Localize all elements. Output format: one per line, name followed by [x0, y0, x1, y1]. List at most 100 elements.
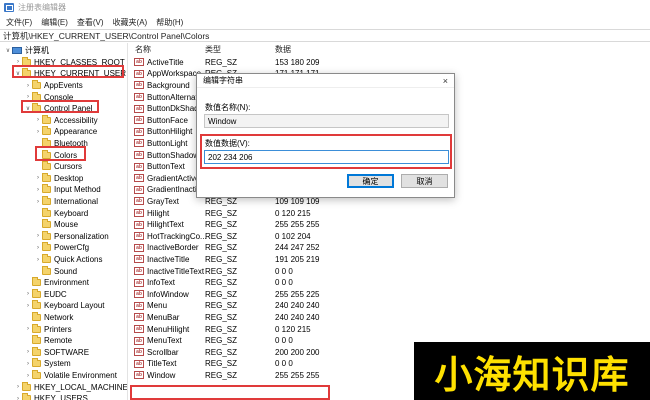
tree-node[interactable]: › International — [34, 196, 98, 208]
folder-icon — [32, 312, 41, 322]
string-value-icon: ab — [134, 220, 144, 229]
tree-node[interactable]: Bluetooth — [34, 138, 88, 150]
chevron-right-icon[interactable]: › — [34, 199, 42, 205]
chevron-right-icon[interactable]: › — [34, 117, 42, 123]
chevron-right-icon[interactable]: › — [14, 59, 22, 65]
chevron-right-icon[interactable]: › — [24, 373, 32, 379]
tree-node[interactable]: › PowerCfg — [34, 242, 89, 254]
tree-node[interactable]: › Accessibility — [34, 114, 98, 127]
value-data: 0 102 204 — [275, 231, 311, 241]
column-header-name[interactable]: 名称 — [135, 44, 151, 55]
cancel-button[interactable]: 取消 — [401, 174, 448, 188]
tree-node-label: HKEY_USERS — [34, 394, 88, 400]
column-header-data[interactable]: 数据 — [275, 44, 291, 55]
tree-node-label: HKEY_CURRENT_USER — [34, 69, 127, 79]
chevron-right-icon[interactable]: › — [14, 396, 22, 400]
tree-node[interactable]: › Quick Actions — [34, 254, 102, 266]
chevron-right-icon[interactable]: › — [24, 349, 32, 355]
tree-node[interactable]: › AppEvents — [24, 80, 83, 92]
value-row[interactable]: ab HilightText REG_SZ 255 255 255 — [129, 219, 650, 231]
menu-view[interactable]: 查看(V) — [77, 17, 104, 28]
address-bar[interactable]: 计算机\HKEY_CURRENT_USER\Control Panel\Colo… — [0, 29, 650, 42]
tree-node[interactable]: › Desktop — [34, 172, 83, 185]
chevron-right-icon[interactable]: › — [34, 233, 42, 239]
tree-node[interactable]: › Printers — [24, 323, 72, 335]
chevron-right-icon[interactable]: › — [24, 326, 32, 332]
tree-node[interactable]: › Personalization — [34, 230, 109, 243]
value-name: InactiveBorder — [147, 243, 199, 253]
menu-file[interactable]: 文件(F) — [6, 17, 32, 28]
value-row[interactable]: ab MenuBar REG_SZ 240 240 240 — [129, 312, 650, 324]
value-row[interactable]: ab ActiveTitle REG_SZ 153 180 209 — [129, 57, 650, 69]
chevron-right-icon[interactable]: › — [34, 175, 42, 181]
string-value-icon: ab — [134, 174, 144, 183]
computer-icon — [12, 47, 22, 55]
menu-bar: 文件(F) 编辑(E) 查看(V) 收藏夹(A) 帮助(H) — [0, 15, 650, 29]
value-type: REG_SZ — [205, 254, 238, 264]
value-row[interactable]: ab HotTrackingCo... REG_SZ 0 102 204 — [129, 231, 650, 243]
value-row[interactable]: ab InfoWindow REG_SZ 255 255 225 — [129, 289, 650, 301]
tree-node[interactable]: › Console — [24, 91, 73, 103]
chevron-right-icon[interactable]: › — [24, 94, 32, 100]
tree-node[interactable]: › HKEY_CLASSES_ROOT — [14, 56, 125, 69]
tree-node[interactable]: › HKEY_LOCAL_MACHINE — [14, 381, 127, 393]
tree-node[interactable]: Network — [24, 312, 73, 324]
chevron-right-icon[interactable]: › — [34, 129, 42, 135]
tree-node[interactable]: ∨ Control Panel — [24, 103, 92, 115]
chevron-down-icon[interactable]: ∨ — [4, 47, 12, 54]
string-value-icon: ab — [134, 185, 144, 194]
chevron-right-icon[interactable]: › — [34, 245, 42, 251]
value-row[interactable]: ab InactiveTitleText REG_SZ 0 0 0 — [129, 265, 650, 277]
value-data-input[interactable]: 202 234 206 — [204, 150, 449, 164]
folder-icon — [22, 381, 31, 391]
tree-node[interactable]: › EUDC — [24, 288, 67, 301]
tree-node[interactable]: Keyboard — [34, 207, 88, 219]
folder-icon — [32, 358, 41, 368]
menu-favorites[interactable]: 收藏夹(A) — [113, 17, 148, 28]
tree-node[interactable]: Colors — [34, 149, 77, 161]
value-name-field[interactable]: Window — [204, 114, 449, 128]
tree-node[interactable]: Cursors — [34, 161, 82, 173]
ok-button[interactable]: 确定 — [347, 174, 394, 188]
chevron-down-icon[interactable]: ∨ — [14, 70, 22, 77]
watermark-banner: 小海知识库 — [414, 342, 650, 400]
menu-edit[interactable]: 编辑(E) — [41, 17, 68, 28]
tree-node[interactable]: Sound — [34, 265, 77, 277]
value-row[interactable]: ab MenuHilight REG_SZ 0 120 215 — [129, 323, 650, 335]
regedit-app-icon — [4, 3, 14, 12]
tree-node[interactable]: Environment — [24, 277, 89, 289]
string-value-icon: ab — [134, 116, 144, 125]
chevron-right-icon[interactable]: › — [24, 303, 32, 309]
tree-node[interactable]: ∨ HKEY_CURRENT_USER — [14, 68, 126, 80]
chevron-right-icon[interactable]: › — [14, 384, 22, 390]
tree-node[interactable]: Mouse — [34, 219, 78, 231]
value-row[interactable]: ab InfoText REG_SZ 0 0 0 — [129, 277, 650, 289]
chevron-right-icon[interactable]: › — [24, 361, 32, 367]
value-data: 255 255 255 — [275, 220, 320, 230]
string-value-icon: ab — [134, 336, 144, 345]
tree-node[interactable]: › Keyboard Layout — [24, 300, 105, 312]
string-value-icon: ab — [134, 104, 144, 113]
address-path[interactable]: 计算机\HKEY_CURRENT_USER\Control Panel\Colo… — [3, 30, 209, 42]
string-value-icon: ab — [134, 359, 144, 368]
chevron-right-icon[interactable]: › — [24, 291, 32, 297]
menu-help[interactable]: 帮助(H) — [156, 17, 183, 28]
tree-node[interactable]: › Appearance — [34, 126, 97, 138]
close-icon[interactable]: × — [443, 76, 448, 86]
tree-node[interactable]: › Volatile Environment — [24, 370, 117, 382]
value-row[interactable]: ab InactiveTitle REG_SZ 191 205 219 — [129, 254, 650, 266]
tree-node[interactable]: › SOFTWARE — [24, 346, 89, 359]
chevron-right-icon[interactable]: › — [34, 257, 42, 263]
chevron-down-icon[interactable]: ∨ — [24, 105, 32, 112]
chevron-right-icon[interactable]: › — [24, 83, 32, 89]
tree-node[interactable]: › System — [24, 358, 71, 370]
tree-node[interactable]: › Input Method — [34, 184, 101, 196]
value-row[interactable]: ab Hilight REG_SZ 0 120 215 — [129, 207, 650, 219]
value-row[interactable]: ab InactiveBorder REG_SZ 244 247 252 — [129, 242, 650, 254]
tree-node[interactable]: ∨ 计算机 — [4, 45, 49, 57]
column-header-type[interactable]: 类型 — [205, 44, 221, 55]
chevron-right-icon[interactable]: › — [34, 187, 42, 193]
value-row[interactable]: ab Menu REG_SZ 240 240 240 — [129, 300, 650, 312]
tree-node[interactable]: Remote — [24, 335, 72, 347]
tree-node[interactable]: › HKEY_USERS — [14, 393, 88, 400]
